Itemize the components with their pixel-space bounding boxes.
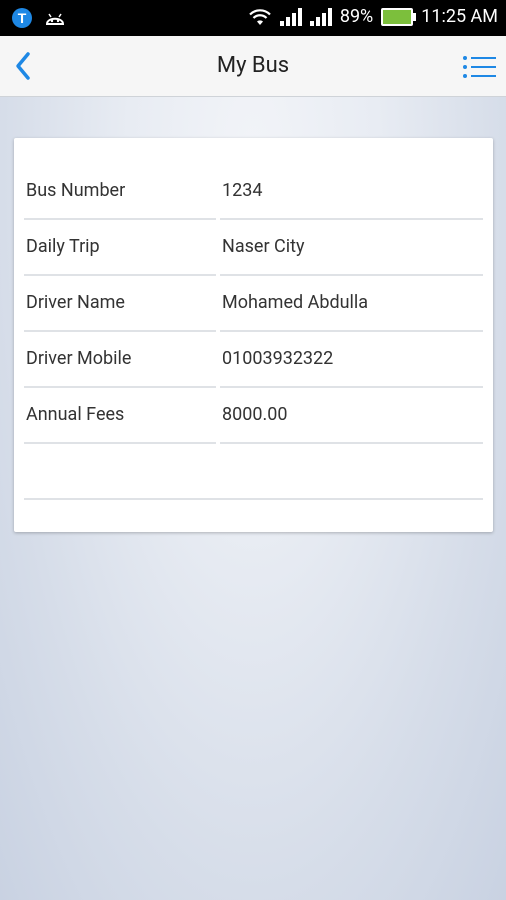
detail-row-driver-name: Driver Name Mohamed Abdulla	[24, 276, 483, 332]
clock: 11:25 AM	[421, 6, 498, 27]
detail-label	[26, 444, 216, 500]
app-bar: My Bus	[0, 36, 506, 97]
detail-value: Naser City	[222, 236, 305, 257]
detail-row-driver-mobile: Driver Mobile 01003932322	[24, 332, 483, 388]
detail-value: 01003932322	[222, 348, 334, 369]
bus-details-card: Bus Number 1234 Daily Trip Naser City Dr…	[14, 138, 493, 532]
detail-row-annual-fees: Annual Fees 8000.00	[24, 388, 483, 444]
detail-value: Mohamed Abdulla	[222, 292, 369, 313]
battery-percent: 89%	[339, 6, 374, 27]
app-notification-icon: T	[12, 8, 32, 28]
wifi-icon	[249, 8, 271, 25]
detail-label: Driver Name	[26, 292, 125, 313]
detail-value: 8000.00	[222, 404, 288, 425]
detail-row-empty	[24, 444, 483, 500]
detail-label: Bus Number	[26, 180, 126, 201]
divider	[24, 498, 483, 500]
detail-row-daily-trip: Daily Trip Naser City	[24, 220, 483, 276]
menu-list-icon[interactable]	[462, 54, 496, 80]
page-title: My Bus	[216, 53, 290, 78]
detail-label: Daily Trip	[26, 236, 100, 257]
detail-value	[222, 444, 484, 500]
detail-row-bus-number: Bus Number 1234	[24, 164, 483, 220]
signal-strength-icon	[279, 7, 302, 26]
signal-strength-2-icon	[309, 7, 332, 26]
battery-icon	[381, 7, 417, 26]
status-left-icons: T	[12, 8, 66, 28]
detail-label: Annual Fees	[26, 404, 125, 425]
detail-label: Driver Mobile	[26, 348, 132, 369]
status-right-icons: 89% 11:25 AM	[248, 6, 498, 27]
android-debug-icon	[45, 13, 65, 25]
status-bar: T 89% 11:25 AM	[0, 0, 506, 36]
detail-value: 1234	[222, 180, 263, 201]
